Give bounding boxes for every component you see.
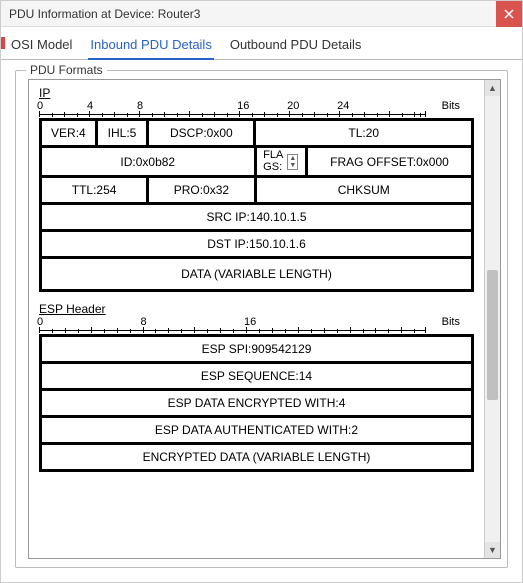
ip-chksum-field: CHKSUM — [257, 178, 472, 202]
tab-inbound-pdu-details[interactable]: Inbound PDU Details — [88, 33, 213, 60]
ip-tl-field: TL:20 — [256, 121, 471, 145]
body-area: PDU Formats IP 0 4 8 16 20 24 Bits — [1, 60, 522, 582]
ip-ver-field: VER:4 — [42, 121, 98, 145]
esp-seq-field: ESP SEQUENCE:14 — [42, 364, 471, 388]
ip-bit-ruler: 0 4 8 16 20 24 Bits — [39, 102, 474, 116]
ip-frag-field: FRAG OFFSET:0x000 — [308, 148, 471, 175]
ip-dst-field: DST IP:150.10.1.6 — [42, 232, 471, 256]
bits-label: Bits — [442, 100, 460, 112]
chevron-down-icon[interactable]: ▼ — [288, 162, 297, 169]
esp-enc-data-field: ENCRYPTED DATA (VARIABLE LENGTH) — [42, 445, 471, 469]
pdu-formats-panel: IP 0 4 8 16 20 24 Bits — [28, 79, 501, 559]
scroll-up-arrow-icon[interactable]: ▲ — [485, 80, 500, 96]
pdu-info-window: PDU Information at Device: Router3 OSI M… — [0, 0, 523, 583]
close-button[interactable] — [496, 1, 522, 27]
tabs: OSI Model Inbound PDU Details Outbound P… — [1, 27, 522, 60]
vertical-scrollbar[interactable]: ▲ ▼ — [484, 80, 500, 558]
tab-osi-model[interactable]: OSI Model — [9, 33, 74, 59]
ip-ihl-field: IHL:5 — [98, 121, 149, 145]
ip-id-field: ID:0x0b82 — [42, 148, 257, 175]
close-icon — [504, 9, 514, 19]
scroll-down-arrow-icon[interactable]: ▼ — [485, 542, 500, 558]
bits-label: Bits — [442, 316, 460, 328]
esp-auth-with-field: ESP DATA AUTHENTICATED WITH:2 — [42, 418, 471, 442]
pdu-formats-group: PDU Formats IP 0 4 8 16 20 24 Bits — [15, 70, 508, 568]
esp-header-table: ESP SPI:909542129 ESP SEQUENCE:14 ESP DA… — [39, 334, 474, 472]
ip-dscp-field: DSCP:0x00 — [149, 121, 256, 145]
ip-ttl-field: TTL:254 — [42, 178, 149, 202]
flags-spinner[interactable]: ▲ ▼ — [287, 154, 298, 170]
scroll-content: IP 0 4 8 16 20 24 Bits — [29, 80, 484, 558]
esp-section-title: ESP Header — [39, 302, 474, 316]
window-title: PDU Information at Device: Router3 — [9, 7, 200, 21]
esp-enc-with-field: ESP DATA ENCRYPTED WITH:4 — [42, 391, 471, 415]
fieldset-label: PDU Formats — [26, 63, 107, 77]
ip-pro-field: PRO:0x32 — [149, 178, 256, 202]
esp-bit-ruler: 0 8 16 Bits — [39, 318, 474, 332]
tab-outbound-pdu-details[interactable]: Outbound PDU Details — [228, 33, 364, 59]
esp-spi-field: ESP SPI:909542129 — [42, 337, 471, 361]
ip-flags-field: FLAGS: ▲ ▼ — [257, 148, 308, 175]
ip-header-table: VER:4 IHL:5 DSCP:0x00 TL:20 ID:0x0b82 FL… — [39, 118, 474, 292]
ip-src-field: SRC IP:140.10.1.5 — [42, 205, 471, 229]
chevron-up-icon[interactable]: ▲ — [288, 155, 297, 162]
ip-data-field: DATA (VARIABLE LENGTH) — [42, 259, 471, 289]
titlebar: PDU Information at Device: Router3 — [1, 1, 522, 27]
scroll-thumb[interactable] — [487, 270, 498, 400]
ip-section-title: IP — [39, 86, 474, 100]
